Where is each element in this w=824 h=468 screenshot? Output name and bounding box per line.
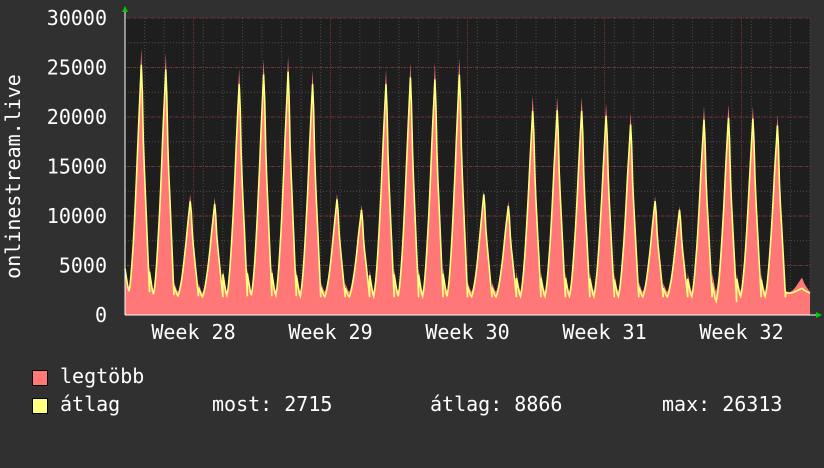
legend-item-atlag: átlag xyxy=(32,392,120,468)
x-tick-label: Week 30 xyxy=(425,320,509,344)
y-tick-label: 15000 xyxy=(47,155,107,179)
x-tick-label: Week 28 xyxy=(151,320,235,344)
legend-swatch-legtobb xyxy=(32,370,48,386)
y-axis-arrow-icon xyxy=(122,6,128,12)
x-tick-label: Week 29 xyxy=(288,320,372,344)
x-tick-label: Week 31 xyxy=(562,320,646,344)
x-axis-arrow-icon xyxy=(816,312,822,318)
y-tick-label: 0 xyxy=(95,303,107,327)
y-tick-label: 30000 xyxy=(47,6,107,30)
rrd-chart: 0 5000 10000 15000 20000 25000 30000 Week 28 Wee… xyxy=(1,6,822,344)
legend-label-legtobb: legtöbb xyxy=(60,364,145,388)
stat-atlag: átlag: 8866 xyxy=(430,392,563,416)
legend-swatch-atlag xyxy=(32,398,48,414)
stat-most: most: 2715 xyxy=(212,392,333,416)
y-tick-label: 5000 xyxy=(59,254,107,278)
y-tick-label: 25000 xyxy=(47,56,107,80)
y-tick-label: 10000 xyxy=(47,204,107,228)
x-tick-label: Week 32 xyxy=(699,320,783,344)
legend-label-atlag: átlag xyxy=(60,392,121,416)
y-tick-label: 20000 xyxy=(47,105,107,129)
stat-max: max: 26313 xyxy=(662,392,783,416)
y-axis-label: onlinestream.live xyxy=(1,74,25,279)
